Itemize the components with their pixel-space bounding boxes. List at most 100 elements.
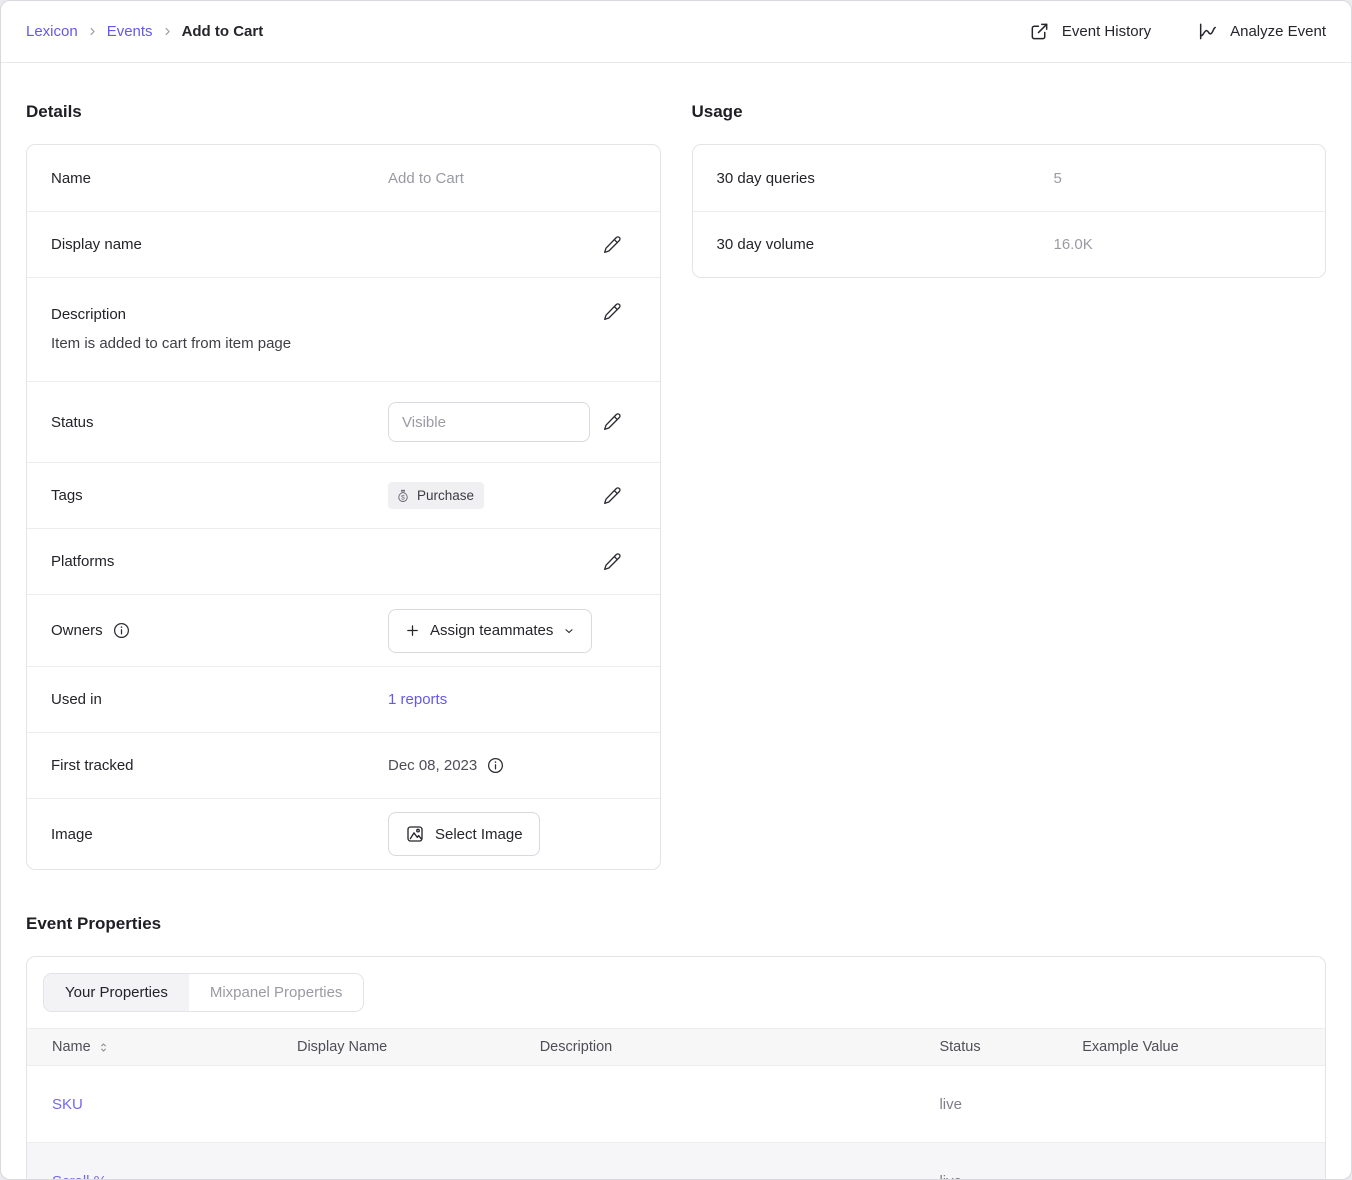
detail-row-name: Name Add to Cart bbox=[27, 145, 660, 211]
info-icon[interactable] bbox=[486, 756, 505, 775]
analyze-event-button[interactable]: Analyze Event bbox=[1197, 21, 1326, 42]
property-status-cell: live bbox=[939, 1066, 1082, 1143]
used-in-label: Used in bbox=[51, 691, 388, 708]
lexicon-event-detail-page: Lexicon Events Add to Cart Event History bbox=[0, 0, 1352, 1180]
usage-row-volume: 30 day volume 16.0K bbox=[693, 211, 1326, 277]
pencil-icon bbox=[602, 235, 622, 255]
usage-card: 30 day queries 5 30 day volume 16.0K bbox=[692, 144, 1327, 278]
details-card: Name Add to Cart Display name De bbox=[26, 144, 661, 870]
analyze-event-label: Analyze Event bbox=[1230, 23, 1326, 40]
display-name-label: Display name bbox=[51, 236, 388, 253]
column-header-status: Status bbox=[939, 1029, 1082, 1066]
column-header-name[interactable]: Name bbox=[27, 1029, 297, 1066]
detail-row-description: Description Item is added to cart from i… bbox=[27, 277, 660, 381]
details-section: Details Name Add to Cart Display name bbox=[26, 88, 661, 870]
pencil-icon bbox=[602, 412, 622, 432]
detail-row-used-in: Used in 1 reports bbox=[27, 666, 660, 732]
table-header-row: Name Display Name Description Status Exa… bbox=[27, 1029, 1325, 1066]
pencil-icon bbox=[602, 486, 622, 506]
chevron-down-icon bbox=[563, 625, 575, 637]
usage-queries-label: 30 day queries bbox=[717, 170, 1054, 187]
name-label: Name bbox=[51, 170, 388, 187]
breadcrumb: Lexicon Events Add to Cart bbox=[26, 23, 263, 40]
property-example-value-cell bbox=[1082, 1143, 1325, 1180]
property-status-cell: live bbox=[939, 1143, 1082, 1180]
edit-display-name-button[interactable] bbox=[598, 231, 626, 259]
pencil-icon bbox=[602, 302, 622, 322]
sort-icon bbox=[97, 1041, 110, 1054]
property-description-cell bbox=[540, 1066, 940, 1143]
property-example-value-cell bbox=[1082, 1066, 1325, 1143]
column-header-description: Description bbox=[540, 1029, 940, 1066]
breadcrumb-lexicon[interactable]: Lexicon bbox=[26, 23, 78, 40]
event-history-button[interactable]: Event History bbox=[1029, 21, 1151, 42]
tag-chip-purchase: $ Purchase bbox=[388, 482, 484, 509]
chevron-right-icon bbox=[162, 26, 173, 37]
assign-teammates-button[interactable]: Assign teammates bbox=[388, 609, 592, 653]
select-image-button[interactable]: Select Image bbox=[388, 812, 540, 856]
breadcrumb-events[interactable]: Events bbox=[107, 23, 153, 40]
property-display-name-cell bbox=[297, 1066, 540, 1143]
event-properties-title: Event Properties bbox=[26, 914, 1326, 934]
pencil-icon bbox=[602, 552, 622, 572]
first-tracked-value: Dec 08, 2023 bbox=[388, 757, 477, 774]
usage-volume-label: 30 day volume bbox=[717, 236, 1054, 253]
event-history-label: Event History bbox=[1062, 23, 1151, 40]
usage-volume-value: 16.0K bbox=[1054, 236, 1302, 253]
edit-tags-button[interactable] bbox=[598, 482, 626, 510]
usage-title: Usage bbox=[692, 102, 1327, 122]
details-title: Details bbox=[26, 102, 661, 122]
external-link-icon bbox=[1029, 21, 1050, 42]
platforms-label: Platforms bbox=[51, 553, 388, 570]
properties-table: Name Display Name Description Status Exa… bbox=[27, 1028, 1325, 1180]
image-label: Image bbox=[51, 826, 388, 843]
detail-row-image: Image Select Image bbox=[27, 798, 660, 869]
description-label: Description bbox=[51, 306, 388, 323]
image-icon bbox=[405, 824, 425, 844]
used-in-reports-link[interactable]: 1 reports bbox=[388, 691, 447, 708]
detail-row-tags: Tags $ Purchase bbox=[27, 462, 660, 528]
edit-platforms-button[interactable] bbox=[598, 548, 626, 576]
tag-chip-label: Purchase bbox=[417, 488, 474, 503]
name-value: Add to Cart bbox=[388, 170, 636, 187]
usage-queries-value: 5 bbox=[1054, 170, 1302, 187]
topbar: Lexicon Events Add to Cart Event History bbox=[1, 1, 1351, 63]
tab-mixpanel-properties[interactable]: Mixpanel Properties bbox=[189, 974, 364, 1011]
main-content: Details Name Add to Cart Display name bbox=[1, 63, 1351, 1180]
event-properties-section: Event Properties Your Properties Mixpane… bbox=[26, 914, 1326, 1180]
property-name-link[interactable]: SKU bbox=[52, 1096, 83, 1113]
property-row-sku[interactable]: SKU live bbox=[27, 1066, 1325, 1143]
detail-row-owners: Owners Assign teammates bbox=[27, 594, 660, 666]
status-input[interactable] bbox=[388, 402, 590, 442]
properties-tabs: Your Properties Mixpanel Properties bbox=[43, 973, 364, 1012]
usage-row-queries: 30 day queries 5 bbox=[693, 145, 1326, 211]
edit-description-button[interactable] bbox=[598, 298, 626, 326]
property-display-name-cell bbox=[297, 1143, 540, 1180]
topbar-actions: Event History Analyze Event bbox=[1029, 21, 1326, 42]
edit-status-button[interactable] bbox=[598, 408, 626, 436]
assign-teammates-label: Assign teammates bbox=[430, 622, 553, 639]
tab-your-properties[interactable]: Your Properties bbox=[44, 974, 189, 1011]
breadcrumb-current-event: Add to Cart bbox=[182, 23, 264, 40]
detail-row-display-name: Display name bbox=[27, 211, 660, 277]
property-description-cell bbox=[540, 1143, 940, 1180]
chevron-right-icon bbox=[87, 26, 98, 37]
svg-text:$: $ bbox=[401, 494, 405, 501]
line-chart-icon bbox=[1197, 21, 1218, 42]
info-icon[interactable] bbox=[112, 621, 131, 640]
plus-icon bbox=[405, 623, 420, 638]
status-label: Status bbox=[51, 414, 388, 431]
description-value: Item is added to cart from item page bbox=[51, 335, 636, 352]
select-image-label: Select Image bbox=[435, 826, 523, 843]
detail-row-first-tracked: First tracked Dec 08, 2023 bbox=[27, 732, 660, 798]
property-name-link[interactable]: Scroll % bbox=[52, 1173, 107, 1180]
property-row-scroll-percent[interactable]: Scroll % live bbox=[27, 1143, 1325, 1180]
owners-label: Owners bbox=[51, 622, 103, 639]
detail-row-platforms: Platforms bbox=[27, 528, 660, 594]
column-header-name-label: Name bbox=[52, 1039, 91, 1055]
detail-row-status: Status bbox=[27, 381, 660, 462]
usage-section: Usage 30 day queries 5 30 day volume 16.… bbox=[692, 88, 1327, 278]
event-properties-card: Your Properties Mixpanel Properties Name bbox=[26, 956, 1326, 1180]
money-bag-icon: $ bbox=[396, 489, 410, 503]
column-header-example-value: Example Value bbox=[1082, 1029, 1325, 1066]
